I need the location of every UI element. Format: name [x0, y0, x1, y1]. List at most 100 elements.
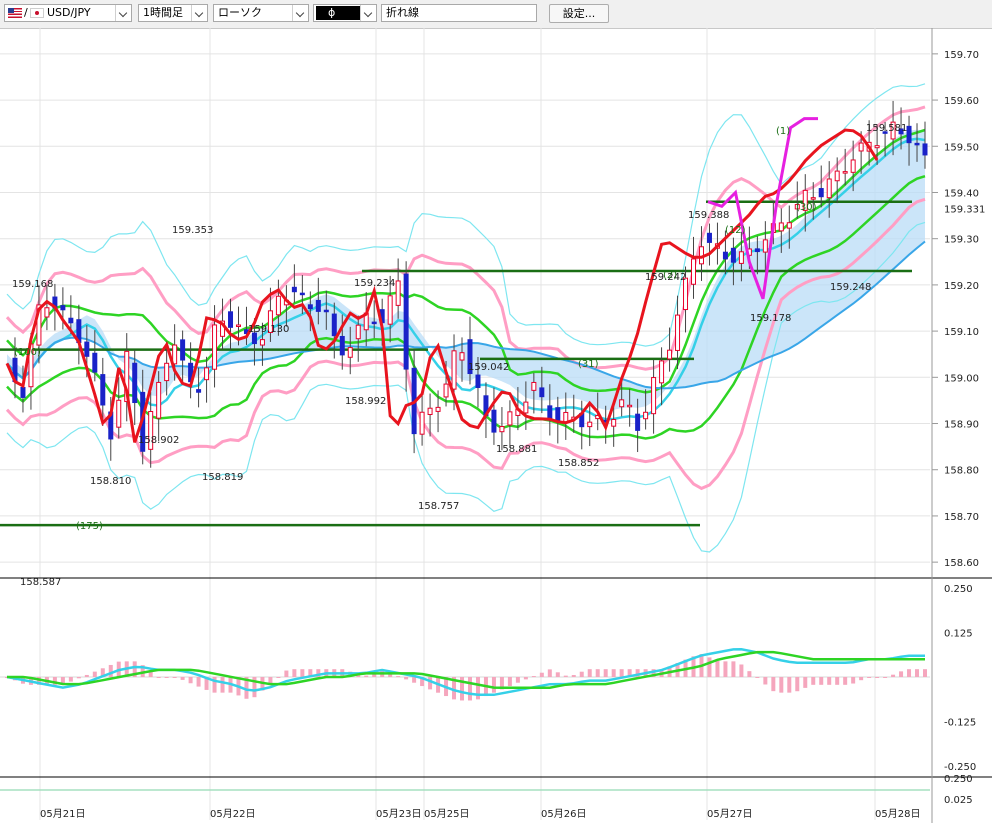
histogram-bar [579, 671, 584, 677]
period-label: (30) [796, 202, 817, 213]
candle-body [635, 413, 641, 431]
indicator-swatch [316, 6, 360, 20]
period-label: (175) [76, 521, 103, 532]
period-label: (2) [663, 270, 677, 281]
date-tick-label: 05月25日 [424, 808, 469, 820]
histogram-bar [867, 677, 872, 678]
chevron-down-icon[interactable] [292, 5, 308, 21]
symbol-label: USD/JPY [47, 6, 91, 19]
us-flag-icon [8, 8, 22, 18]
candle-body [419, 411, 425, 435]
candle-body [212, 324, 218, 370]
value-label: 159.130 [248, 324, 289, 335]
histogram-bar [539, 672, 544, 677]
candle-body [132, 362, 138, 404]
current-price-label: 159.331 [944, 204, 985, 215]
candle-body [858, 142, 864, 152]
histogram-bar [795, 677, 800, 692]
candle-body [228, 311, 234, 328]
histogram-bar [292, 669, 297, 677]
histogram-bar [547, 669, 552, 677]
period-label: (100) [14, 347, 41, 358]
histogram-bar [811, 677, 816, 685]
chevron-down-icon[interactable] [191, 5, 207, 21]
candle-body [435, 406, 441, 412]
histogram-bar [707, 657, 712, 677]
histogram-bar [276, 677, 281, 678]
candle-body [778, 222, 784, 232]
histogram-bar [467, 677, 472, 701]
histogram-bar [619, 669, 624, 677]
chevron-down-icon[interactable] [115, 5, 131, 21]
histogram-bar [284, 670, 289, 677]
timeframe-selector[interactable]: 1時間足 [138, 4, 208, 22]
candle-body [826, 178, 832, 199]
candle-body [722, 251, 728, 260]
date-tick-label: 05月23日 [376, 808, 421, 820]
histogram-bar [755, 677, 760, 678]
candle-body [20, 386, 26, 398]
chart-type-selector[interactable]: ローソク [213, 4, 309, 22]
line-type-field[interactable]: 折れ線 [381, 4, 537, 22]
histogram-bar [404, 677, 409, 680]
histogram-bar [907, 669, 912, 677]
candle-body [507, 411, 513, 426]
value-label: 158.819 [202, 472, 243, 483]
histogram-bar [843, 677, 848, 685]
candle-body [427, 407, 433, 415]
osc-tick-label: -0.125 [944, 717, 976, 728]
histogram-bar [803, 677, 808, 688]
symbol-selector[interactable]: / USD/JPY [4, 4, 132, 22]
candle-body [754, 248, 760, 253]
histogram-bar [819, 677, 824, 685]
value-label: 158.587 [20, 577, 61, 588]
candle-body [491, 409, 497, 433]
histogram-bar [555, 672, 560, 677]
candle-body [914, 142, 920, 146]
price-tick-label: 158.80 [944, 466, 979, 477]
settings-button[interactable]: 設定... [549, 4, 609, 23]
histogram-bar [859, 677, 864, 681]
histogram-bar [611, 669, 616, 677]
jp-flag-icon [30, 8, 44, 18]
value-label: 158.852 [558, 458, 599, 469]
candle-body [611, 419, 617, 427]
histogram-bar [731, 661, 736, 677]
value-label: 158.881 [496, 444, 537, 455]
price-tick-label: 159.60 [944, 96, 979, 107]
histogram-bar [771, 677, 776, 692]
candle-body [475, 374, 481, 388]
histogram-bar [164, 677, 169, 678]
price-tick-label: 158.60 [944, 558, 979, 569]
value-label: 158.810 [90, 476, 131, 487]
histogram-bar [715, 660, 720, 677]
candle-body [307, 304, 313, 310]
histogram-bar [723, 661, 728, 677]
indicator-selector[interactable]: ϕ [313, 4, 377, 22]
histogram-bar [523, 677, 528, 680]
candle-body [627, 404, 633, 408]
histogram-bar [531, 676, 536, 678]
candle-body [810, 197, 816, 200]
value-label: 159.042 [468, 362, 509, 373]
histogram-bar [763, 677, 768, 685]
candle-body [659, 360, 665, 384]
value-label: 158.992 [345, 396, 386, 407]
candle-body [156, 381, 162, 419]
price-tick-label: 159.10 [944, 327, 979, 338]
candle-body [180, 339, 186, 361]
price-tick-label: 159.50 [944, 142, 979, 153]
chevron-down-icon[interactable] [360, 5, 376, 21]
histogram-bar [899, 671, 904, 677]
settings-label: 設定... [562, 7, 596, 20]
histogram-bar [84, 674, 89, 677]
histogram-bar [76, 677, 81, 679]
candle-body [331, 313, 337, 337]
candle-body [44, 307, 50, 318]
candle-body [874, 145, 880, 149]
candle-body [68, 317, 74, 324]
candle-body [204, 367, 210, 381]
candle-body [387, 295, 393, 325]
candle-body [275, 295, 281, 316]
candle-body [451, 350, 457, 390]
